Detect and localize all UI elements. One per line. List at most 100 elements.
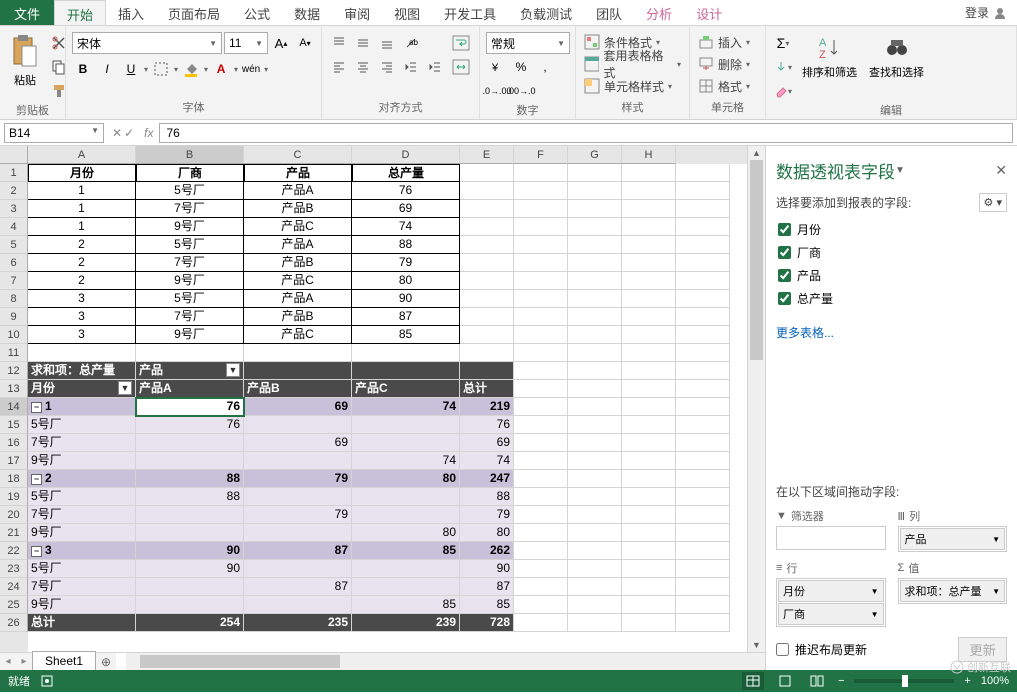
col-header-F[interactable]: F [514,146,568,164]
cell[interactable]: −3 [28,542,136,560]
accounting-button[interactable]: ¥ [486,56,508,78]
select-all-corner[interactable] [0,146,28,164]
cell[interactable] [514,344,568,362]
view-page-break-button[interactable] [806,672,828,690]
comma-button[interactable]: , [534,56,556,78]
cell[interactable] [244,416,352,434]
underline-button[interactable]: U [120,58,142,80]
cell[interactable] [676,308,730,326]
col-header-B[interactable]: B [136,146,244,164]
clear-button[interactable]: ▾ [772,80,794,102]
number-format-combo[interactable]: 常规▼ [486,32,570,54]
cell[interactable]: 80 [460,524,514,542]
cell[interactable] [622,434,676,452]
cell[interactable] [676,182,730,200]
row-header-2[interactable]: 2 [0,182,28,200]
phonetic-button[interactable]: wén [240,58,262,80]
defer-layout-checkbox[interactable] [776,643,789,656]
cell[interactable] [460,218,514,236]
cell[interactable]: 76 [352,182,460,200]
field-厂商[interactable]: 厂商 [776,241,1007,264]
cell[interactable] [676,218,730,236]
cell[interactable] [676,578,730,596]
cell[interactable]: 85 [352,542,460,560]
cell[interactable] [568,380,622,398]
cell[interactable]: 79 [244,506,352,524]
cell[interactable]: 88 [136,488,244,506]
row-header-8[interactable]: 8 [0,290,28,308]
cell[interactable] [136,344,244,362]
wrap-text-button[interactable] [450,32,472,54]
cell[interactable] [460,164,514,182]
row-header-9[interactable]: 9 [0,308,28,326]
tab-insert[interactable]: 插入 [106,0,156,25]
cell[interactable]: 9号厂 [28,596,136,614]
cell[interactable] [136,596,244,614]
cell[interactable] [622,200,676,218]
cell[interactable] [514,470,568,488]
panel-gear-button[interactable]: ⚙ ▾ [979,193,1007,212]
cell[interactable]: 产品A [244,182,352,200]
row-header-12[interactable]: 12 [0,362,28,380]
tab-view[interactable]: 视图 [382,0,432,25]
tab-nav-prev[interactable]: ◂ [0,656,16,667]
cell[interactable] [514,452,568,470]
cell[interactable] [568,272,622,290]
cell[interactable]: 5号厂 [28,560,136,578]
cell[interactable] [676,452,730,470]
cell[interactable] [352,560,460,578]
cell[interactable]: 219 [460,398,514,416]
cell[interactable] [514,290,568,308]
values-area[interactable]: 求和项：总产量▼ [898,578,1008,604]
col-header-A[interactable]: A [28,146,136,164]
cell[interactable] [568,254,622,272]
col-chip[interactable]: 产品▼ [900,528,1006,550]
cell[interactable]: 9号厂 [136,272,244,290]
cell[interactable] [460,254,514,272]
cell[interactable]: 5号厂 [28,416,136,434]
cell[interactable] [514,578,568,596]
row-header-23[interactable]: 23 [0,560,28,578]
percent-button[interactable]: % [510,56,532,78]
field-月份[interactable]: 月份 [776,218,1007,241]
cell[interactable]: 76 [136,398,244,416]
cell[interactable]: 产品A [244,236,352,254]
cell[interactable] [460,344,514,362]
row-header-7[interactable]: 7 [0,272,28,290]
tab-team[interactable]: 团队 [584,0,634,25]
cell[interactable]: 5号厂 [136,290,244,308]
add-sheet-button[interactable]: ⊕ [96,655,116,669]
cell[interactable]: 7号厂 [136,200,244,218]
cell[interactable]: 69 [460,434,514,452]
cell[interactable]: 87 [244,542,352,560]
col-header-H[interactable]: H [622,146,676,164]
cell[interactable]: 3 [28,308,136,326]
cell[interactable] [676,434,730,452]
cell[interactable]: 月份▼ [28,380,136,398]
cell[interactable]: 产品C [244,326,352,344]
tab-loadtest[interactable]: 负载测试 [508,0,584,25]
col-header-D[interactable]: D [352,146,460,164]
cell[interactable]: 3 [28,290,136,308]
row-header-11[interactable]: 11 [0,344,28,362]
cell[interactable] [514,236,568,254]
bold-button[interactable]: B [72,58,94,80]
cell[interactable]: 产品C [244,272,352,290]
cell[interactable] [514,326,568,344]
shrink-font-button[interactable]: A▾ [294,32,316,54]
cell[interactable] [676,524,730,542]
cell[interactable]: 85 [352,596,460,614]
cell[interactable] [514,398,568,416]
tab-data[interactable]: 数据 [282,0,332,25]
cols-area[interactable]: 产品▼ [898,526,1008,552]
cell[interactable] [460,362,514,380]
cell[interactable]: 74 [352,218,460,236]
align-bottom-button[interactable] [376,32,398,54]
align-top-button[interactable] [328,32,350,54]
cell[interactable] [568,200,622,218]
cell[interactable]: 产品▼ [136,362,244,380]
cell[interactable] [622,596,676,614]
cell[interactable] [568,182,622,200]
cell[interactable] [514,308,568,326]
cell[interactable] [622,218,676,236]
